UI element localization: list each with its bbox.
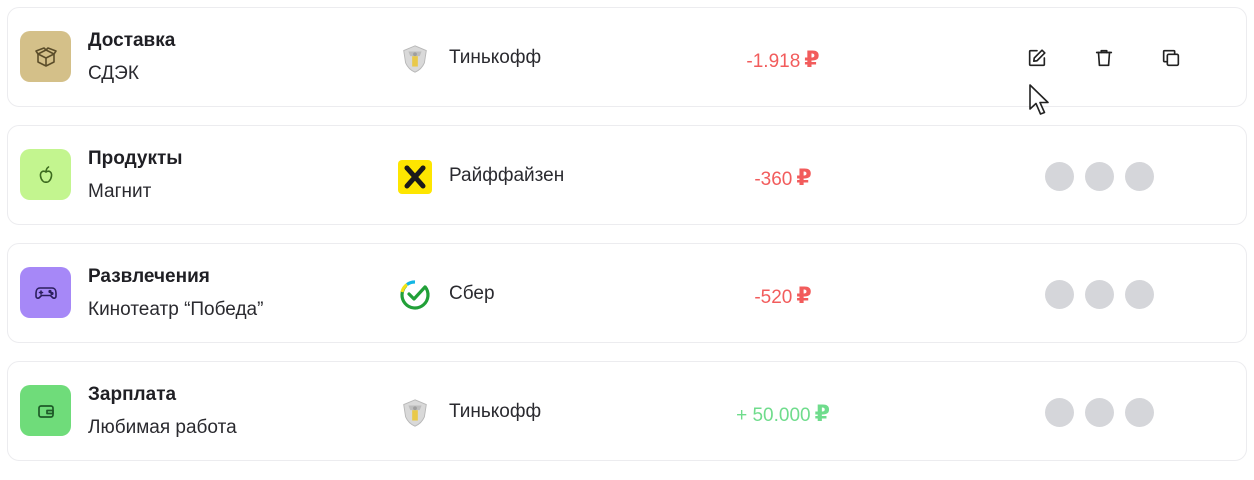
- row-actions: [1013, 44, 1193, 72]
- bank-name: Тинькофф: [449, 401, 542, 422]
- row-actions-placeholder: [1013, 162, 1193, 191]
- currency-symbol: ₽: [796, 283, 812, 308]
- action-placeholder[interactable]: [1085, 162, 1114, 191]
- transaction-amount: -360 ₽: [648, 165, 918, 191]
- edit-icon: [1028, 49, 1046, 67]
- action-placeholder[interactable]: [1125, 398, 1154, 427]
- transaction-amount: -520 ₽: [648, 283, 918, 309]
- transaction-category: Развлечения: [88, 266, 210, 287]
- transactions-list: Доставка СДЭК Тинькофф -1.918 ₽ Продукты…: [7, 7, 1247, 479]
- transaction-row[interactable]: Зарплата Любимая работа Тинькофф + 50.00…: [7, 361, 1247, 461]
- bank-name: Тинькофф: [449, 47, 542, 68]
- tinkoff-logo: [398, 396, 432, 430]
- transaction-merchant: Кинотеатр “Победа”: [88, 299, 264, 320]
- transaction-amount: + 50.000 ₽: [648, 401, 918, 427]
- box-icon: [20, 31, 71, 82]
- action-placeholder[interactable]: [1125, 280, 1154, 309]
- edit-button[interactable]: [1021, 44, 1053, 72]
- transaction-row[interactable]: Продукты Магнит Райффайзен -360 ₽: [7, 125, 1247, 225]
- transaction-row[interactable]: Развлечения Кинотеатр “Победа” Сбер -520…: [7, 243, 1247, 343]
- transaction-merchant: Магнит: [88, 181, 152, 202]
- transaction-category: Продукты: [88, 148, 183, 169]
- action-placeholder[interactable]: [1085, 398, 1114, 427]
- transaction-category: Зарплата: [88, 384, 177, 405]
- row-actions-placeholder: [1013, 280, 1193, 309]
- tinkoff-logo: [398, 42, 432, 76]
- currency-symbol: ₽: [796, 165, 812, 190]
- amount-value: -520: [754, 287, 793, 308]
- bank-name: Сбер: [449, 283, 495, 304]
- trash-icon: [1095, 49, 1113, 67]
- raiffeisen-logo: [398, 160, 432, 194]
- wallet-icon: [20, 385, 71, 436]
- transaction-merchant: Любимая работа: [88, 417, 237, 438]
- currency-symbol: ₽: [814, 401, 830, 426]
- gamepad-icon: [20, 267, 71, 318]
- row-actions-placeholder: [1013, 398, 1193, 427]
- amount-value: -360: [754, 169, 793, 190]
- action-placeholder[interactable]: [1045, 162, 1074, 191]
- sber-logo: [398, 278, 432, 312]
- transaction-category: Доставка: [88, 30, 176, 51]
- amount-value: + 50.000: [736, 405, 811, 426]
- action-placeholder[interactable]: [1045, 280, 1074, 309]
- action-placeholder[interactable]: [1045, 398, 1074, 427]
- currency-symbol: ₽: [804, 47, 820, 72]
- transaction-merchant: СДЭК: [88, 63, 139, 84]
- copy-button[interactable]: [1155, 44, 1187, 72]
- action-placeholder[interactable]: [1085, 280, 1114, 309]
- bank-name: Райффайзен: [449, 165, 565, 186]
- copy-icon: [1162, 49, 1180, 67]
- apple-icon: [20, 149, 71, 200]
- transaction-amount: -1.918 ₽: [648, 47, 918, 73]
- mouse-cursor-icon: [1029, 84, 1049, 115]
- amount-value: -1.918: [746, 51, 801, 72]
- action-placeholder[interactable]: [1125, 162, 1154, 191]
- transaction-row[interactable]: Доставка СДЭК Тинькофф -1.918 ₽: [7, 7, 1247, 107]
- delete-button[interactable]: [1088, 44, 1120, 72]
